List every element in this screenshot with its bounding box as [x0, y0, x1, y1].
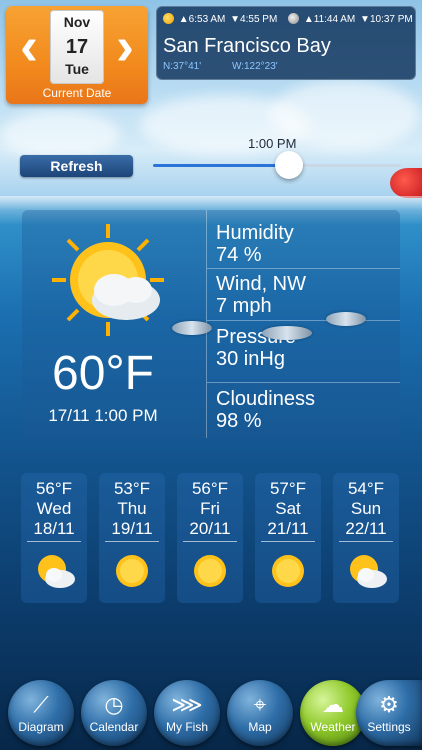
humidity-value: 74 % — [216, 244, 262, 266]
date-card[interactable]: Nov 17 Tue — [50, 10, 104, 84]
slider-fill — [153, 164, 290, 167]
slider-knob[interactable] — [275, 151, 304, 179]
nav-map-button[interactable]: ⌖ Map — [227, 680, 293, 746]
nav-calendar-button[interactable]: ◷ Calendar — [81, 680, 147, 746]
date-weekday: Tue — [65, 61, 89, 77]
cloudiness-value: 98 % — [216, 410, 262, 432]
sun-icon — [163, 13, 174, 24]
moonrise-time: ▲11:44 AM — [303, 14, 356, 25]
moonset-time: ▼10:37 PM — [360, 14, 413, 25]
wind-label: Wind, NW — [216, 273, 306, 295]
water-surface — [0, 196, 422, 210]
pressure-value: 30 inHg — [216, 348, 285, 370]
stat-divider — [207, 382, 400, 383]
forecast-day-card[interactable]: 57°F Sat 21/11 — [255, 473, 321, 603]
map-pin-icon: ⌖ — [253, 692, 267, 717]
gear-icon: ⚙ — [379, 692, 399, 717]
forecast-date: 22/11 — [339, 519, 393, 542]
chevron-left-icon[interactable]: ‹ — [14, 18, 44, 78]
sky-cloud — [0, 110, 120, 160]
sun-icon — [116, 555, 148, 587]
sunset-time: ▼4:55 PM — [230, 14, 278, 25]
sun-icon — [194, 555, 226, 587]
nav-my-fish-button[interactable]: ⋙ My Fish — [154, 680, 220, 746]
date-day: 17 — [65, 36, 89, 58]
current-date-label: Current Date — [42, 86, 112, 100]
forecast-weekday: Thu — [117, 499, 147, 518]
fish-image — [262, 326, 312, 340]
stat-divider — [207, 320, 400, 321]
forecast-temp: 54°F — [347, 479, 385, 498]
nav-label: Map — [248, 720, 272, 734]
refresh-button[interactable]: Refresh — [20, 155, 133, 177]
sunrise-time: ▲6:53 AM — [178, 14, 226, 25]
coordinates: N:37°41' W:122°23' — [163, 61, 306, 72]
nav-label: Settings — [367, 720, 411, 734]
forecast-weekday: Fri — [200, 499, 220, 518]
humidity-label: Humidity — [216, 222, 294, 244]
date-month: Nov — [63, 14, 91, 30]
chart-icon: ⟋ — [33, 692, 49, 717]
partly-cloudy-icon — [38, 555, 75, 588]
astro-times: ▲6:53 AM ▼4:55 PM ▲11:44 AM ▼10:37 PM — [163, 13, 413, 25]
forecast-temp: 56°F — [35, 479, 73, 498]
fish-image — [326, 312, 366, 326]
forecast-weekday: Sun — [350, 499, 382, 518]
nav-label: Calendar — [89, 720, 139, 734]
partly-cloudy-icon — [52, 224, 164, 336]
slider-time-label: 1:00 PM — [248, 136, 297, 151]
forecast-temp: 56°F — [191, 479, 229, 498]
forecast-weekday: Wed — [36, 499, 72, 518]
fish-image — [172, 321, 212, 335]
forecast-day-card[interactable]: 54°F Sun 22/11 — [333, 473, 399, 603]
forecast-temp: 53°F — [113, 479, 151, 498]
stat-divider — [207, 268, 400, 269]
cloudiness-label: Cloudiness — [216, 388, 315, 410]
chevron-right-icon[interactable]: › — [110, 18, 140, 78]
forecast-date: 18/11 — [27, 519, 81, 542]
forecast-date: 20/11 — [183, 519, 237, 542]
current-datetime: 17/11 1:00 PM — [48, 406, 158, 425]
latitude: N:37°41' — [163, 61, 202, 72]
bottom-nav: ⟋ Diagram ◷ Calendar ⋙ My Fish ⌖ Map ☁ W… — [0, 676, 422, 750]
moon-icon — [288, 13, 300, 24]
fish-icon: ⋙ — [171, 692, 203, 717]
forecast-weekday: Sat — [275, 499, 301, 518]
nav-label: Diagram — [18, 720, 64, 734]
fishing-float-icon — [390, 168, 422, 198]
nav-label: My Fish — [166, 720, 208, 734]
location-name: San Francisco Bay — [163, 35, 331, 57]
forecast-temp: 57°F — [269, 479, 307, 498]
partly-cloudy-icon — [350, 555, 387, 588]
wind-value: 7 mph — [216, 295, 272, 317]
longitude: W:122°23' — [231, 61, 278, 72]
current-temperature: 60°F — [52, 347, 154, 400]
location-panel[interactable]: ▲6:53 AM ▼4:55 PM ▲11:44 AM ▼10:37 PM Sa… — [156, 6, 416, 80]
forecast-date: 19/11 — [105, 519, 159, 542]
forecast-date: 21/11 — [261, 519, 315, 542]
clock-calendar-icon: ◷ — [104, 692, 124, 717]
forecast-day-card[interactable]: 56°F Fri 20/11 — [177, 473, 243, 603]
current-date-widget: ‹ Nov 17 Tue › Current Date — [6, 6, 148, 104]
nav-settings-button[interactable]: ⚙ Settings — [356, 680, 422, 746]
sun-icon — [272, 555, 304, 587]
forecast-day-card[interactable]: 53°F Thu 19/11 — [99, 473, 165, 603]
forecast-day-card[interactable]: 56°F Wed 18/11 — [21, 473, 87, 603]
nav-diagram-button[interactable]: ⟋ Diagram — [8, 680, 74, 746]
